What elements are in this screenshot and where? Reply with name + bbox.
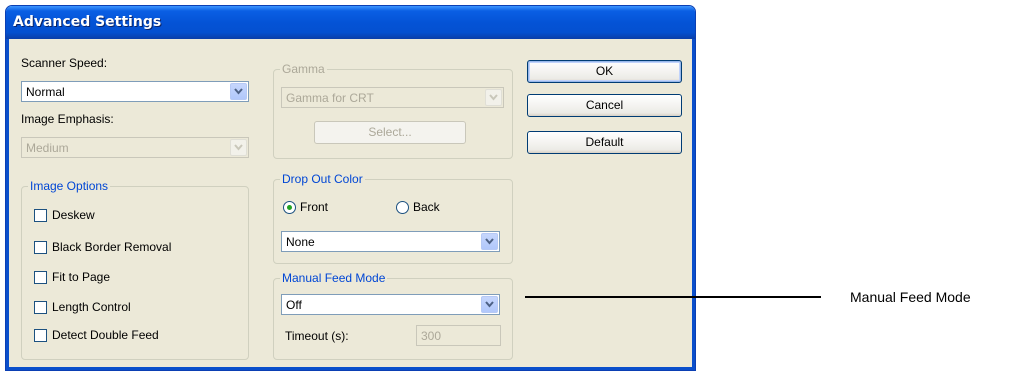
timeout-label: Timeout (s):	[285, 329, 349, 343]
callout-label: Manual Feed Mode	[850, 289, 971, 305]
fit-to-page-label: Fit to Page	[52, 270, 111, 284]
gamma-legend: Gamma	[280, 62, 327, 76]
timeout-input[interactable]: 300	[416, 325, 501, 346]
chevron-down-icon[interactable]	[230, 83, 247, 100]
scanner-speed-label: Scanner Speed:	[21, 56, 108, 70]
cancel-button[interactable]: Cancel	[527, 94, 682, 117]
window-frame-bottom	[6, 367, 695, 370]
fit-to-page-checkbox[interactable]	[34, 271, 47, 284]
manual-feed-mode-legend: Manual Feed Mode	[280, 271, 388, 285]
deskew-checkbox[interactable]	[34, 209, 47, 222]
scanner-speed-value: Normal	[26, 85, 65, 99]
default-button[interactable]: Default	[527, 131, 682, 154]
timeout-value: 300	[421, 329, 442, 343]
image-options-group: Image Options Deskew Black Border Remova…	[21, 179, 249, 360]
back-radio[interactable]	[396, 201, 409, 214]
window-frame-right	[692, 39, 695, 370]
front-radio[interactable]	[283, 201, 296, 214]
black-border-removal-checkbox[interactable]	[34, 241, 47, 254]
image-emphasis-dropdown[interactable]: Medium	[21, 137, 249, 158]
chevron-down-icon[interactable]	[481, 296, 498, 313]
back-radio-label: Back	[413, 200, 440, 214]
detect-double-feed-checkbox[interactable]	[34, 329, 47, 342]
advanced-settings-dialog: Advanced Settings Scanner Speed: Normal …	[5, 5, 696, 371]
ok-button[interactable]: OK	[527, 60, 682, 83]
dialog-body: Scanner Speed: Normal Image Emphasis: Me…	[9, 39, 692, 367]
image-emphasis-value: Medium	[26, 141, 69, 155]
manual-feed-mode-dropdown[interactable]: Off	[281, 294, 500, 315]
chevron-down-icon[interactable]	[481, 233, 498, 250]
callout-line	[525, 296, 821, 298]
manual-feed-mode-group: Manual Feed Mode Off Timeout (s): 300	[273, 271, 513, 360]
detect-double-feed-label: Detect Double Feed	[52, 328, 159, 342]
image-options-legend: Image Options	[28, 179, 111, 193]
chevron-down-icon[interactable]	[485, 89, 502, 106]
drop-out-color-value: None	[286, 235, 315, 249]
gamma-group: Gamma Gamma for CRT Select...	[273, 62, 513, 159]
radio-selected-dot	[287, 205, 292, 210]
dialog-title: Advanced Settings	[13, 14, 162, 30]
front-radio-label: Front	[300, 200, 329, 214]
manual-feed-mode-value: Off	[286, 298, 302, 312]
scanner-speed-dropdown[interactable]: Normal	[21, 81, 249, 102]
black-border-removal-label: Black Border Removal	[52, 240, 172, 254]
length-control-checkbox[interactable]	[34, 301, 47, 314]
title-bar[interactable]: Advanced Settings	[6, 6, 695, 39]
gamma-dropdown[interactable]: Gamma for CRT	[281, 87, 504, 108]
gamma-select-button[interactable]: Select...	[314, 121, 466, 144]
drop-out-color-legend: Drop Out Color	[280, 172, 365, 186]
image-emphasis-label: Image Emphasis:	[21, 112, 114, 126]
chevron-down-icon[interactable]	[230, 139, 247, 156]
length-control-label: Length Control	[52, 300, 131, 314]
gamma-value: Gamma for CRT	[286, 91, 374, 105]
drop-out-color-group: Drop Out Color Front Back None	[273, 172, 513, 264]
drop-out-color-dropdown[interactable]: None	[281, 231, 500, 252]
deskew-label: Deskew	[52, 208, 95, 222]
